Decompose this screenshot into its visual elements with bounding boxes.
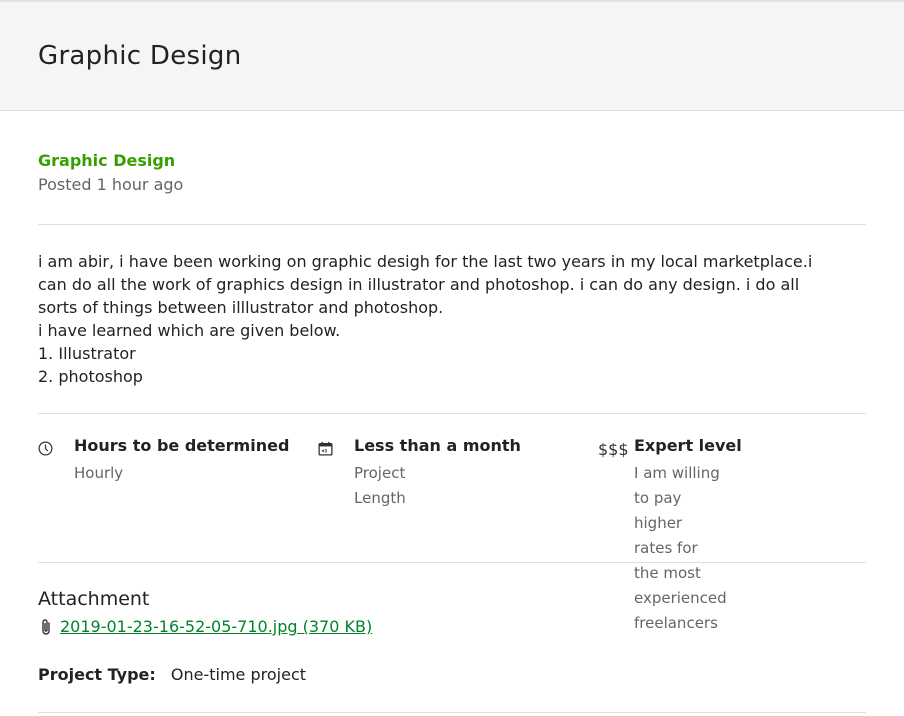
description-line: 2. photoshop — [38, 367, 143, 386]
project-type-value: One-time project — [170, 665, 307, 684]
page-header: Graphic Design — [0, 0, 904, 111]
description-line: i am abir, i have been working on graphi… — [38, 252, 813, 271]
paperclip-icon — [42, 619, 50, 635]
divider — [38, 712, 866, 713]
feature-title: Less than a month — [354, 436, 521, 455]
dollar-signs-icon: $$$ — [598, 440, 629, 459]
attachment-file-link[interactable]: 2019-01-23-16-52-05-710.jpg (370 KB) — [60, 617, 372, 636]
feature-subtitle: I am willing to pay higher rates for the… — [634, 461, 727, 636]
feature-subtitle: Hourly — [74, 464, 124, 482]
project-type: Project Type: One-time project — [38, 665, 306, 684]
feature-title: Hours to be determined — [74, 436, 290, 455]
calendar-icon — [318, 441, 333, 456]
description-line: can do all the work of graphics design i… — [38, 275, 800, 294]
job-features: Hours to be determined Hourly Less than … — [38, 436, 866, 632]
feature-subtitle: Project Length — [354, 464, 406, 507]
page-title: Graphic Design — [38, 41, 242, 71]
posted-time: Posted 1 hour ago — [38, 175, 184, 194]
divider — [38, 562, 866, 563]
attachment-heading: Attachment — [38, 588, 150, 610]
job-category[interactable]: Graphic Design — [38, 151, 175, 170]
divider — [38, 224, 866, 225]
feature-title: Expert level — [634, 436, 742, 455]
description-line: 1. Illustrator — [38, 344, 136, 363]
project-type-label: Project Type: — [38, 665, 156, 684]
feature-subtitle-line: experienced freelancers — [634, 589, 727, 632]
divider — [38, 413, 866, 414]
job-description: i am abir, i have been working on graphi… — [38, 250, 866, 388]
feature-subtitle-line: rates for the most — [634, 539, 701, 582]
feature-subtitle-line: I am willing to pay higher — [634, 464, 720, 532]
clock-icon — [38, 441, 53, 456]
description-line: i have learned which are given below. — [38, 321, 341, 340]
description-line: sorts of things between illlustrator and… — [38, 298, 444, 317]
